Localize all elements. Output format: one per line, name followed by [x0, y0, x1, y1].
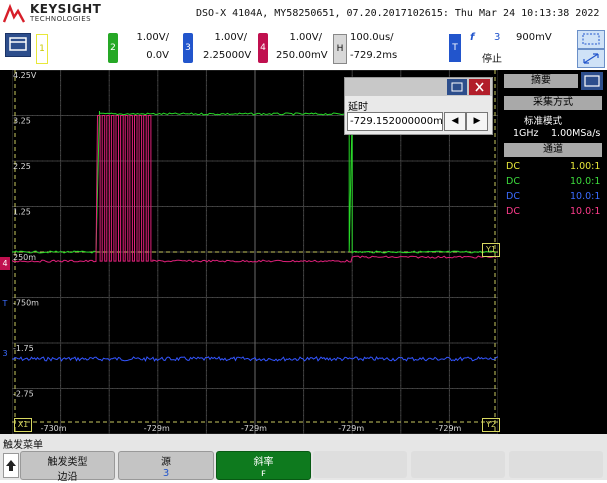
menu-back-button[interactable]	[3, 453, 19, 478]
y-axis-label: 3.25	[13, 117, 31, 126]
run-status: 停止	[482, 54, 502, 65]
y-axis-label: 4.25V	[13, 71, 37, 80]
softkey-slope-label: 斜率	[253, 457, 274, 468]
y-axis-labels: 4.25V 3.25 2.25 1.25 250m -750m -1.75 -2.75	[13, 71, 39, 399]
instrument-info: DSO-X 4104A, MY58250651, 07.20.201710261…	[196, 8, 600, 19]
channel-3-coupling: DC	[506, 191, 520, 202]
selection-icon	[582, 33, 600, 45]
x-axis-labels: -730m -729m -729m -729m -729m	[41, 424, 462, 433]
delay-increment-button[interactable]: ▶	[466, 112, 488, 131]
softkey-5-empty[interactable]	[411, 451, 505, 478]
expand-arrows-icon	[583, 53, 599, 64]
dialog-close-button[interactable]	[469, 79, 490, 95]
softkey-slope[interactable]: 斜率 ꜰ	[216, 451, 311, 480]
channel-4-probe: 10.0:1	[570, 206, 601, 217]
timebase-scale: 100.0us/	[350, 32, 394, 43]
softkey-trigger-type-label: 触发类型	[47, 457, 88, 468]
trigger-source: 3	[494, 32, 501, 43]
timebase-delay: -729.2ms	[350, 50, 398, 61]
menu-title: 触发菜单	[3, 440, 43, 451]
delay-decrement-button[interactable]: ◀	[444, 112, 466, 131]
x-axis-label: -730m	[41, 424, 67, 433]
y-axis-label: 250m	[13, 253, 36, 262]
channel-2-probe: 10.0:1	[570, 176, 601, 187]
softkey-source-value: 3	[162, 468, 170, 479]
channel-4-coupling: DC	[506, 206, 520, 217]
summary-tab[interactable]: 摘要	[504, 74, 578, 88]
cursor-x1-marker[interactable]: X1	[14, 418, 32, 432]
softkey-6-empty[interactable]	[509, 451, 603, 478]
channel-2-scale: 1.00V/	[136, 32, 169, 43]
brand-subtitle: TECHNOLOGIES	[30, 15, 92, 23]
horizontal-box[interactable]: H	[333, 34, 347, 64]
channel-3-box[interactable]: 3	[183, 33, 193, 63]
y-axis-label: 2.25	[13, 162, 31, 171]
delay-dialog[interactable]: 延时 -729.152000000ms ◀ ▶	[344, 77, 493, 135]
delay-value-field[interactable]: -729.152000000ms	[347, 112, 443, 131]
x-axis-label: -729m	[241, 424, 267, 433]
y-axis-label: -750m	[13, 299, 39, 308]
x-axis-label: -729m	[144, 424, 170, 433]
panel-menu-button[interactable]	[581, 72, 603, 90]
channel-header: 通道	[504, 143, 602, 157]
screen-select-button[interactable]	[577, 30, 605, 49]
trigger-level-marker[interactable]: T	[0, 298, 10, 309]
keysight-logo-icon	[3, 3, 25, 23]
sample-rate: 1.00MSa/s	[551, 128, 601, 139]
window-icon	[9, 37, 27, 51]
softkey-trigger-type-value: 边沿	[57, 472, 78, 483]
cursor-y2-marker[interactable]: Y2	[482, 418, 500, 432]
channel-2-coupling: DC	[506, 176, 520, 187]
top-header: KEYSIGHT TECHNOLOGIES DSO-X 4104A, MY582…	[0, 0, 607, 28]
y-axis-label: -1.75	[13, 344, 34, 353]
channel-3-offset: 2.25000V	[203, 50, 252, 61]
brand-name: KEYSIGHT	[30, 2, 102, 16]
softkey-4-empty[interactable]	[313, 451, 407, 478]
channel-3-scale: 1.00V/	[214, 32, 247, 43]
trigger-box[interactable]: T	[449, 34, 461, 62]
channel-1-coupling: DC	[506, 161, 520, 172]
acquisition-header: 采集方式	[504, 96, 602, 110]
dialog-title: 延时	[348, 102, 368, 113]
softkey-trigger-type[interactable]: 触发类型 边沿	[20, 451, 115, 483]
expand-button[interactable]	[577, 49, 605, 68]
channel-2-offset: 0.0V	[146, 50, 169, 61]
trigger-slope-icon: f	[470, 32, 475, 43]
channel-1-box[interactable]: 1	[36, 34, 48, 64]
dialog-keypad-button[interactable]	[447, 79, 467, 95]
channel-3-probe: 10.0:1	[570, 191, 601, 202]
screen-menu-button[interactable]	[5, 33, 31, 57]
channel-2-box[interactable]: 2	[108, 33, 118, 63]
x-axis-label: -729m	[435, 424, 461, 433]
cursor-y1-marker[interactable]: Y1	[482, 243, 500, 257]
channel-4-offset: 250.00mV	[276, 50, 328, 61]
channel-4-trace	[12, 115, 497, 263]
up-arrow-icon	[6, 460, 16, 471]
panel-window-icon	[584, 75, 600, 87]
channel-3-ground-marker[interactable]: 3	[0, 347, 10, 360]
close-icon	[475, 82, 484, 92]
summary-panel: 摘要 采集方式 标准模式 1GHz 1.00MSa/s 通道 DC 1.00:1 D…	[500, 70, 607, 434]
channel-4-scale: 1.00V/	[289, 32, 322, 43]
softkey-slope-value: ꜰ	[261, 468, 266, 479]
trigger-level: 900mV	[516, 32, 552, 43]
acquisition-mode: 标准模式	[524, 116, 563, 127]
channel-4-ground-marker[interactable]: 4	[0, 257, 10, 270]
y-axis-label: -2.75	[13, 390, 34, 399]
channel-1-probe: 1.00:1	[570, 161, 601, 172]
softkey-source-label: 源	[161, 457, 171, 468]
bandwidth: 1GHz	[513, 128, 539, 139]
keypad-icon	[451, 82, 463, 92]
y-axis-label: 1.25	[13, 208, 31, 217]
x-axis-label: -729m	[338, 424, 364, 433]
softkey-source[interactable]: 源 3	[118, 451, 214, 480]
channel-4-box[interactable]: 4	[258, 33, 268, 63]
